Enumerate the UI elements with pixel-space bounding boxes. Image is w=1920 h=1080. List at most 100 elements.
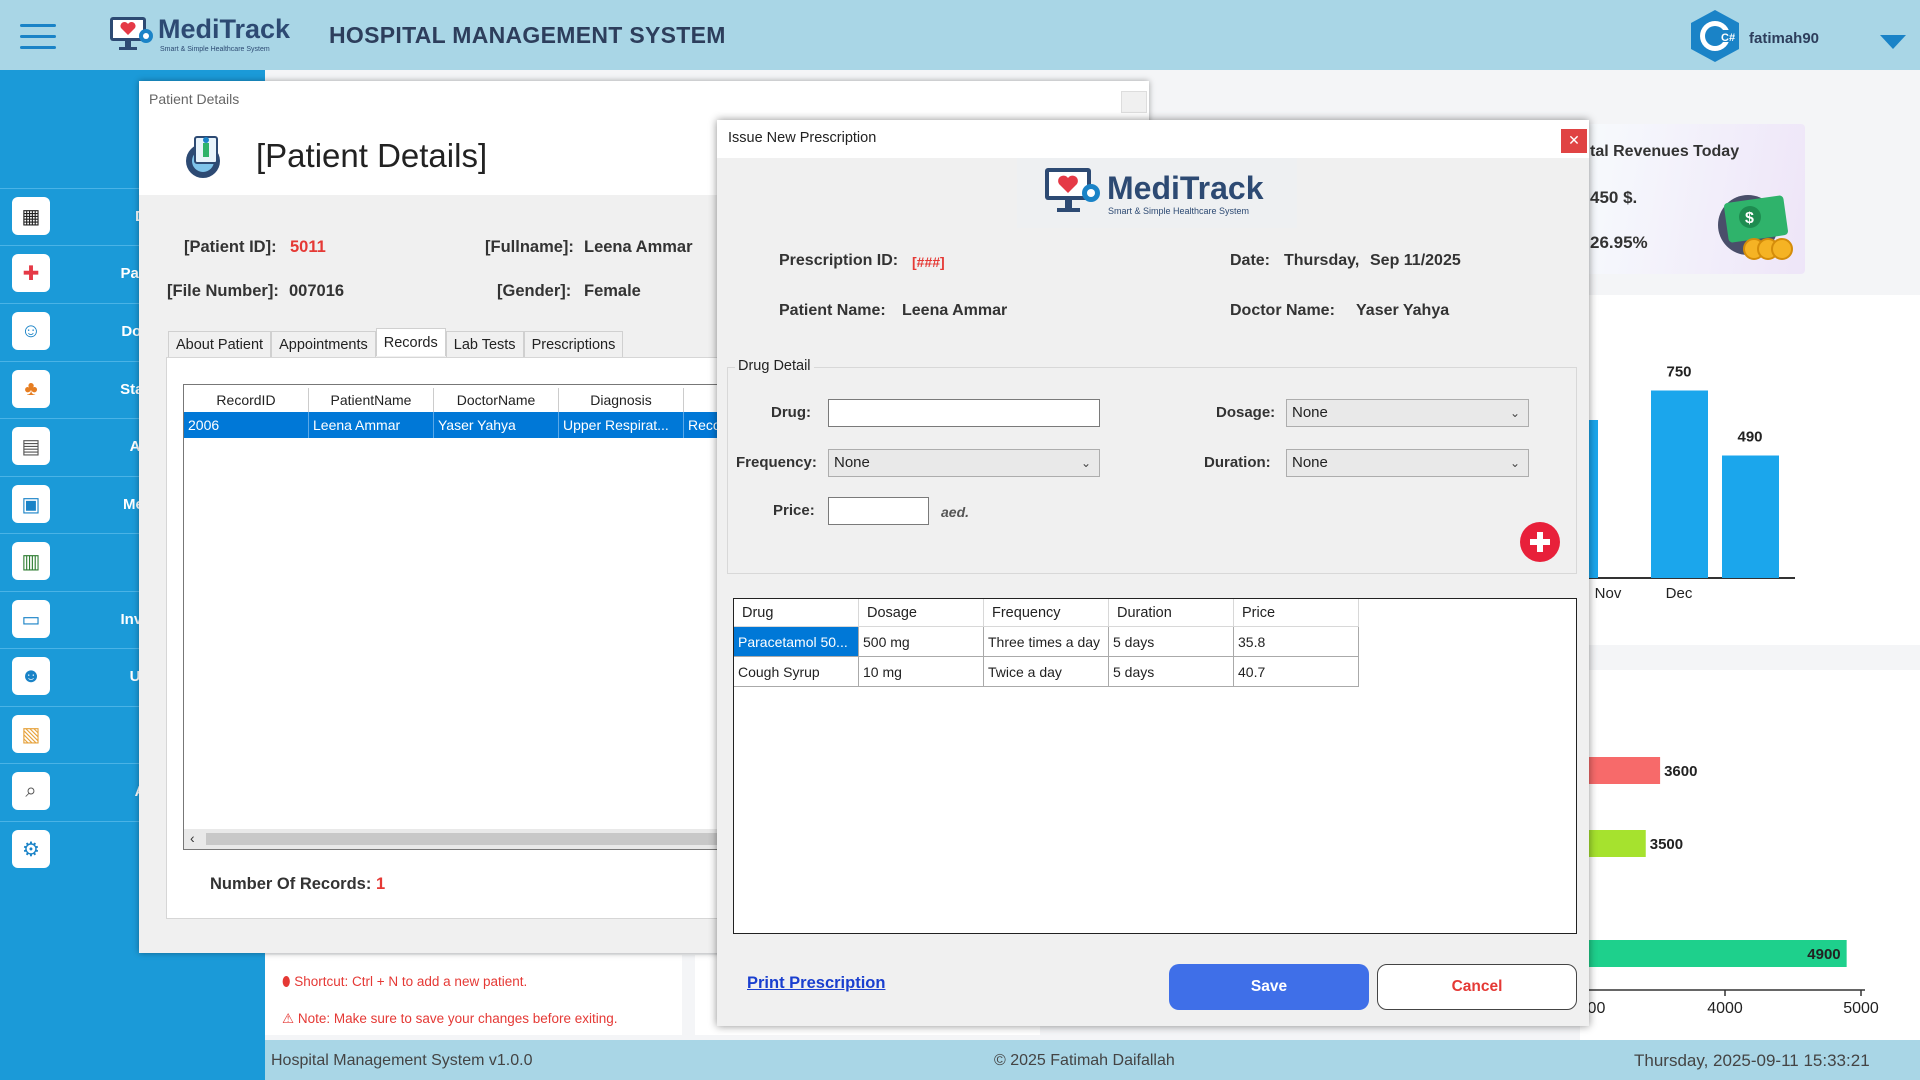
horizontal-scrollbar[interactable]: ‹ [184, 829, 722, 849]
chevron-down-icon[interactable] [1880, 35, 1906, 49]
cell-dosage[interactable]: 500 mg [859, 627, 984, 657]
price-label: Price: [773, 502, 815, 519]
settings-icon: ⚙ [12, 830, 50, 868]
dialog-logo-tagline: Smart & Simple Healthcare System [1108, 206, 1250, 216]
save-button[interactable]: Save [1169, 964, 1369, 1010]
tab-appointments[interactable]: Appointments [271, 331, 376, 357]
column-header-doctorname[interactable]: DoctorName [434, 388, 559, 412]
cell-duration[interactable]: 5 days [1109, 627, 1234, 657]
cell-recordid[interactable]: 2006 [184, 412, 309, 438]
calendar-icon: ▤ [12, 427, 50, 465]
chevron-down-icon: ⌄ [1080, 456, 1091, 470]
app-title: HOSPITAL MANAGEMENT SYSTEM [329, 22, 726, 48]
horizontal-bar-chart: 360035004900000 4000 5000 [1580, 757, 1879, 1017]
column-header-diagnosis[interactable]: Diagnosis [559, 388, 684, 412]
pill-icon: ⬮ [282, 974, 295, 989]
number-of-records-label: Number Of Records: [210, 875, 372, 893]
cell-diagnosis[interactable]: Upper Respirat... [559, 412, 684, 438]
x-tick-label: Nov [1595, 585, 1622, 602]
records-grid-header: RecordID PatientName DoctorName Diagnosi… [184, 388, 722, 412]
table-row[interactable]: Cough Syrup 10 mg Twice a day 5 days 40.… [734, 657, 1359, 687]
invoice-icon: ▭ [12, 600, 50, 638]
drug-input[interactable] [828, 399, 1100, 427]
warning-icon: ⚠ [282, 1011, 298, 1026]
cell-patientname[interactable]: Leena Ammar [309, 412, 434, 438]
scroll-left-icon[interactable]: ‹ [190, 830, 195, 846]
number-of-records-value: 1 [375, 875, 386, 893]
audit-icon: ⌕ [12, 772, 50, 810]
close-icon[interactable]: ✕ [1561, 129, 1587, 153]
dosage-label: Dosage: [1216, 404, 1276, 421]
fullname-label: [Fullname]: [485, 238, 574, 256]
staff-icon: ♣ [12, 370, 50, 408]
price-input[interactable] [828, 497, 929, 525]
scrollbar-thumb[interactable] [206, 833, 722, 845]
column-header-drug[interactable]: Drug [734, 599, 859, 627]
tab-lab-tests[interactable]: Lab Tests [445, 331, 524, 357]
gender-value: Female [584, 282, 641, 300]
user-avatar-icon[interactable]: C# [1688, 8, 1742, 64]
data-label: 750 [1666, 364, 1691, 381]
cell-dosage[interactable]: 10 mg [859, 657, 984, 687]
chart-bar [1580, 830, 1646, 857]
data-label: 490 [1737, 429, 1762, 446]
chart-bar [1722, 455, 1779, 578]
data-label: 4900 [1807, 946, 1840, 963]
patient-tabs: About Patient Appointments Records Lab T… [168, 328, 624, 358]
tab-records[interactable]: Records [375, 328, 446, 356]
records-grid[interactable]: RecordID PatientName DoctorName Diagnosi… [183, 384, 723, 850]
cell-duration[interactable]: 5 days [1109, 657, 1234, 687]
tip-shortcut-text: Shortcut: Ctrl + N to add a new patient. [294, 974, 528, 989]
money-icon: $ [1718, 195, 1793, 260]
data-label: 3500 [1650, 836, 1683, 853]
date-label: Date: [1230, 252, 1271, 269]
x-tick-label: Dec [1666, 585, 1693, 602]
menu-toggle-icon[interactable] [20, 24, 56, 50]
file-number-value: 007016 [289, 282, 345, 300]
cancel-button[interactable]: Cancel [1377, 964, 1577, 1010]
data-label: 3600 [1664, 763, 1697, 780]
column-header-patientname[interactable]: PatientName [309, 388, 434, 412]
cell-price[interactable]: 40.7 [1234, 657, 1359, 687]
number-of-records: Number Of Records: 1 [210, 875, 385, 894]
column-header-recordid[interactable]: RecordID [184, 388, 309, 412]
footer-version: Hospital Management System v1.0.0 [271, 1052, 533, 1069]
prescription-id-label: Prescription ID: [779, 252, 899, 269]
column-header-dosage[interactable]: Dosage [859, 599, 984, 627]
frequency-label: Frequency: [736, 454, 817, 471]
cell-frequency[interactable]: Twice a day [984, 657, 1109, 687]
cell-doctorname[interactable]: Yaser Yahya [434, 412, 559, 438]
add-drug-button[interactable] [1520, 522, 1560, 562]
cell-drug[interactable]: Cough Syrup [734, 657, 859, 687]
cell-drug[interactable]: Paracetamol 50... [734, 627, 859, 657]
column-header-duration[interactable]: Duration [1109, 599, 1234, 627]
doctor-name-label: Doctor Name: [1230, 302, 1335, 319]
chart-bar [1580, 757, 1661, 784]
table-row[interactable]: Paracetamol 50... 500 mg Three times a d… [734, 627, 1359, 657]
patient-details-close-button[interactable] [1121, 91, 1147, 113]
footer-datetime: Thursday, 2025-09-11 15:33:21 [1634, 1051, 1870, 1070]
revenue-value: 450 $. [1590, 188, 1638, 207]
duration-select[interactable]: None ⌄ [1286, 449, 1529, 477]
tip-note: ⚠ Note: Make sure to save your changes b… [282, 1011, 618, 1027]
frequency-select[interactable]: None ⌄ [828, 449, 1100, 477]
cell-price[interactable]: 35.8 [1234, 627, 1359, 657]
users-icon: ☻ [12, 657, 50, 695]
dashboard-icon: ▦ [12, 197, 50, 235]
frequency-selected-value: None [834, 454, 870, 471]
avatar-letter: C# [1721, 32, 1735, 44]
username: fatimah90 [1749, 30, 1820, 47]
print-prescription-link[interactable]: Print Prescription [747, 974, 885, 993]
tab-about-patient[interactable]: About Patient [168, 331, 272, 357]
app-logo: MediTrack Smart & Simple Healthcare Syst… [108, 14, 290, 56]
column-header-frequency[interactable]: Frequency [984, 599, 1109, 627]
patient-name-label: Patient Name: [779, 302, 886, 319]
tab-prescriptions[interactable]: Prescriptions [523, 331, 624, 357]
drug-detail-label: Drug Detail [735, 358, 814, 374]
cell-frequency[interactable]: Three times a day [984, 627, 1109, 657]
dosage-select[interactable]: None ⌄ [1286, 399, 1529, 427]
table-row[interactable]: 2006 Leena Ammar Yaser Yahya Upper Respi… [184, 412, 722, 438]
gender-label: [Gender]: [497, 282, 572, 300]
column-header-price[interactable]: Price [1234, 599, 1359, 627]
doctor-name-value: Yaser Yahya [1356, 302, 1450, 319]
